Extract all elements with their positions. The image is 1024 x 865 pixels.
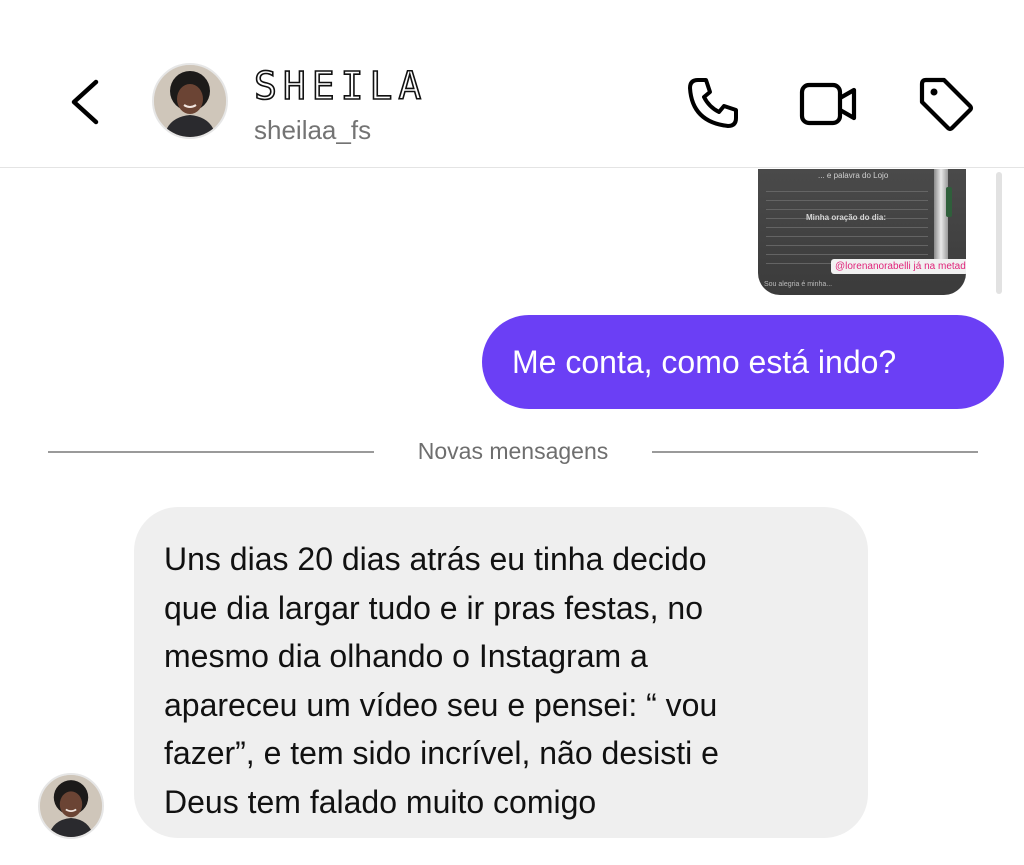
scrollbar[interactable]	[996, 172, 1002, 294]
avatar-photo	[154, 65, 226, 137]
chevron-left-icon	[71, 79, 99, 125]
message-line: apareceu um vídeo seu e pensei: “ vou	[164, 686, 718, 723]
back-button[interactable]	[62, 72, 112, 132]
mention-text: @lorenanorabelli já na metade	[835, 261, 966, 272]
tag-icon	[919, 77, 974, 132]
contact-name[interactable]: SHEILA	[253, 63, 427, 109]
contact-username[interactable]: sheilaa_fs	[254, 114, 371, 146]
message-line: Uns dias 20 dias atrás eu tinha decido	[164, 541, 707, 577]
sender-avatar[interactable]	[38, 773, 104, 839]
new-messages-divider: Novas mensagens	[417, 438, 609, 464]
pen-clip	[946, 187, 952, 217]
pen-image	[934, 169, 948, 265]
divider-line-left	[48, 451, 374, 453]
message-line: que dia largar tudo e ir pras festas, no	[164, 589, 703, 626]
message-line: Deus tem falado muito comigo	[164, 783, 597, 820]
story-footer-text: Sou alegria é minha...	[764, 281, 833, 288]
phone-icon	[688, 78, 738, 128]
message-line: fazer”, e tem sido incrível, não desisti…	[164, 735, 719, 772]
story-heading-mid: Minha oração do dia:	[806, 213, 887, 222]
story-heading-top: ... e palavra do Lojo	[818, 171, 889, 180]
chat-header: SHEILA sheilaa_fs	[0, 0, 1024, 168]
notebook-lines	[766, 183, 928, 265]
incoming-message[interactable]: Uns dias 20 dias atrás eu tinha decido q…	[134, 507, 868, 838]
story-mention-sticker: @lorenanorabelli já na metade ❤️	[831, 259, 966, 274]
message-line: mesmo dia olhando o Instagram a	[164, 638, 648, 675]
outgoing-message[interactable]: Me conta, como está indo?	[482, 315, 1004, 409]
divider-line-right	[652, 451, 978, 453]
contact-avatar[interactable]	[152, 63, 228, 139]
video-camera-icon	[799, 82, 857, 126]
call-button[interactable]	[682, 72, 744, 134]
avatar-photo	[40, 775, 102, 837]
tag-button[interactable]	[914, 72, 976, 134]
shared-story-preview[interactable]: ... e palavra do Lojo Minha oração do di…	[758, 169, 966, 295]
video-call-button[interactable]	[798, 72, 860, 134]
